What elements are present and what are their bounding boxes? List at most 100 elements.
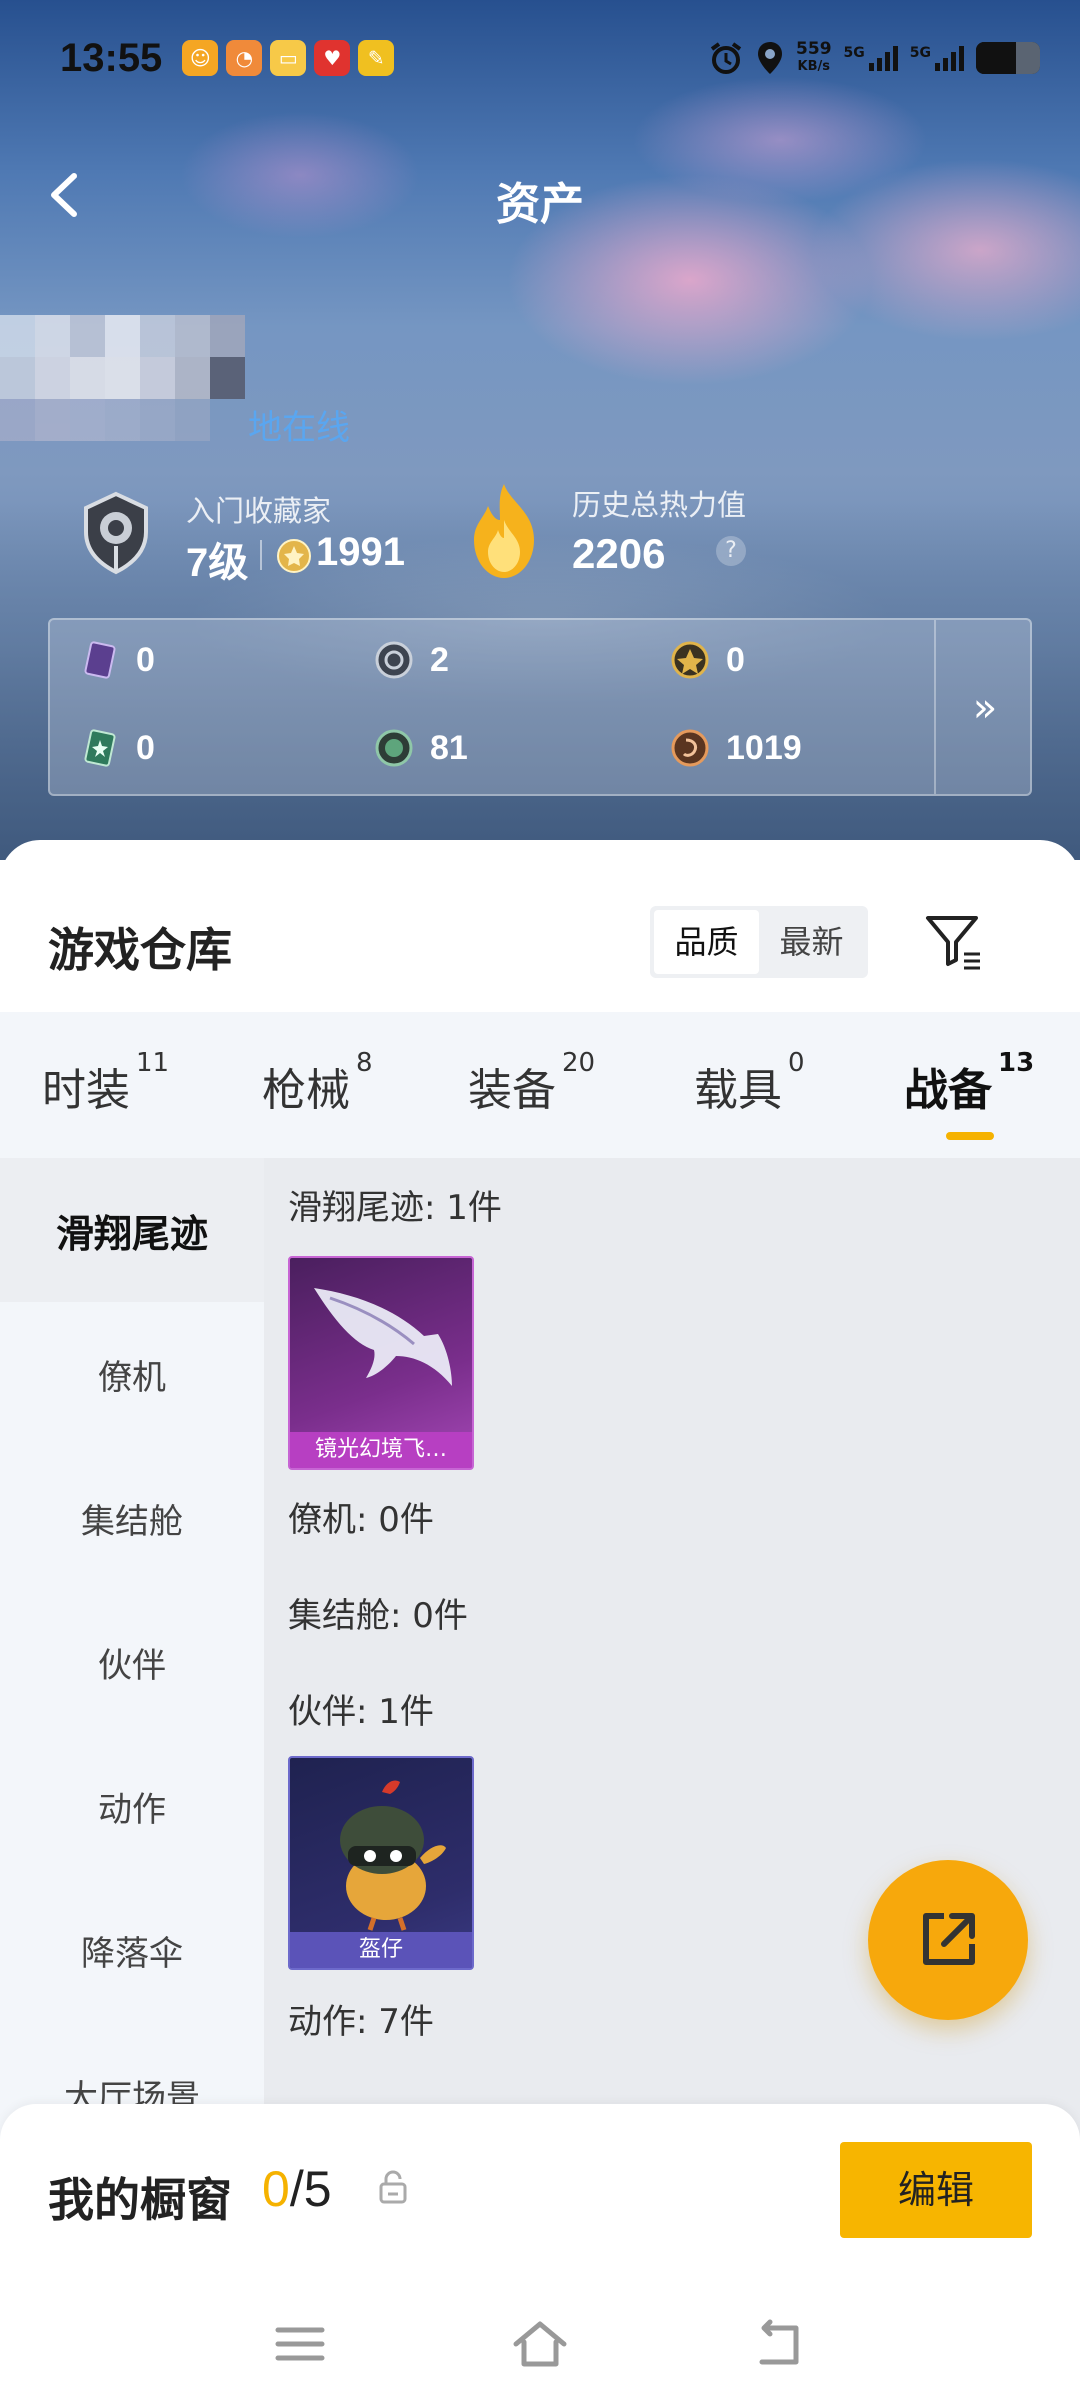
fire-icon — [474, 484, 534, 578]
rank-coin-icon — [277, 539, 311, 573]
tab-count: 20 — [562, 1048, 596, 1078]
active-tab-indicator — [946, 1132, 994, 1140]
rank-level: 7级 — [186, 541, 249, 585]
home-icon[interactable] — [510, 2314, 570, 2374]
blurred-username — [0, 315, 260, 455]
resource-panel: 0 2 0 0 81 1019 » — [48, 618, 1032, 796]
warehouse-title: 游戏仓库 — [48, 923, 232, 977]
sort-quality-button[interactable]: 品质 — [654, 910, 759, 974]
resource-item: 0 — [670, 640, 745, 680]
tab-count: 0 — [788, 1048, 805, 1078]
partner-item-card[interactable]: 盔仔 — [288, 1756, 474, 1970]
sim2-label: 5G — [909, 45, 931, 61]
sidebar-item-emote[interactable]: 动作 — [0, 1734, 264, 1878]
resource-value: 0 — [726, 640, 745, 679]
divider — [934, 620, 936, 794]
page-title: 资产 — [496, 179, 584, 230]
silver-coin-icon — [374, 640, 414, 680]
location-icon — [758, 42, 783, 74]
resource-item: 0 — [80, 728, 155, 768]
notification-icon: ◔ — [226, 40, 263, 76]
showcase-bar: 我的橱窗 0/5 编辑 — [0, 2104, 1080, 2400]
rank-label: 入门收藏家 — [186, 494, 332, 528]
section-title-wingman: 僚机: 0件 — [288, 1500, 434, 1540]
tab-count: 8 — [356, 1048, 373, 1078]
warehouse-header: 游戏仓库 品质 最新 — [0, 840, 1080, 1012]
tab-count: 13 — [998, 1048, 1035, 1078]
collector-stats: 入门收藏家 7级 1991 历史总热力值 2206 ? — [0, 480, 1080, 590]
showcase-total: /5 — [289, 2161, 332, 2217]
showcase-count: 0/5 — [262, 2160, 332, 2218]
top-bar: 资产 — [0, 150, 1080, 240]
tab-label: 战备 — [904, 1065, 992, 1116]
heat-value: 2206 — [572, 530, 666, 577]
notification-icon: ☺ — [182, 40, 219, 76]
status-bar: 13:55 ☺ ◔ ▭ ♥ ✎ 559 KB/s 5G 5G — [60, 28, 1040, 88]
sidebar-item-rally-pod[interactable]: 集结舱 — [0, 1446, 264, 1590]
partner-item-name: 盔仔 — [290, 1932, 472, 1968]
sort-toggle: 品质 最新 — [650, 906, 868, 978]
back-icon[interactable] — [750, 2314, 810, 2374]
tab-label: 枪械 — [262, 1065, 350, 1116]
tab-weapons[interactable]: 枪械8 — [262, 1048, 373, 1118]
notification-icon: ♥ — [314, 40, 351, 76]
online-status: 地在线 — [248, 408, 350, 448]
sidebar-item-partner[interactable]: 伙伴 — [0, 1590, 264, 1734]
tab-battle-prep[interactable]: 战备13 — [904, 1048, 1034, 1118]
sim1-label: 5G — [843, 45, 865, 61]
rank-coins: 1991 — [316, 530, 405, 574]
notification-icon: ▭ — [270, 40, 307, 76]
showcase-title: 我的橱窗 — [48, 2173, 232, 2227]
section-title-partner: 伙伴: 1件 — [288, 1692, 434, 1732]
filter-icon[interactable] — [922, 910, 986, 974]
resource-item: 81 — [374, 728, 468, 768]
system-nav-bar — [0, 2304, 1080, 2394]
category-tabs: 时装11 枪械8 装备20 载具0 战备13 — [0, 1012, 1080, 1158]
lock-icon — [379, 2170, 407, 2204]
section-title-pod: 集结舱: 0件 — [288, 1596, 468, 1636]
resource-item: 0 — [80, 640, 155, 680]
sim1-signal: 5G — [844, 45, 898, 71]
tab-equipment[interactable]: 装备20 — [468, 1048, 595, 1118]
section-title-emote: 动作: 7件 — [288, 2002, 434, 2042]
tab-count: 11 — [136, 1048, 170, 1078]
resource-value: 81 — [430, 728, 468, 767]
gold-coin-icon — [670, 640, 710, 680]
section-title-trail: 滑翔尾迹: 1件 — [288, 1188, 502, 1228]
trail-item-card[interactable]: 镜光幻境飞… — [288, 1256, 474, 1470]
green-orb-icon — [374, 728, 414, 768]
showcase-current: 0 — [262, 2161, 290, 2217]
notification-icon: ✎ — [358, 40, 395, 76]
divider — [260, 540, 262, 570]
edit-button[interactable]: 编辑 — [840, 2142, 1032, 2238]
net-speed: 559 KB/s — [796, 41, 832, 75]
tab-vehicles[interactable]: 载具0 — [694, 1048, 805, 1118]
more-resources-button[interactable]: » — [950, 680, 1020, 736]
bronze-coin-icon — [670, 728, 710, 768]
resource-value: 2 — [430, 640, 449, 679]
resource-item: 2 — [374, 640, 449, 680]
green-card-icon — [80, 728, 120, 768]
heat-label: 历史总热力值 — [572, 488, 747, 522]
status-time: 13:55 — [60, 35, 163, 80]
resource-value: 1019 — [726, 728, 802, 767]
sort-newest-button[interactable]: 最新 — [759, 910, 864, 974]
sidebar-item-wingman[interactable]: 僚机 — [0, 1302, 264, 1446]
help-icon[interactable]: ? — [716, 536, 746, 566]
tab-label: 装备 — [468, 1065, 556, 1116]
tab-fashion[interactable]: 时装11 — [42, 1048, 169, 1118]
purple-card-icon — [80, 640, 120, 680]
chick-partner-icon — [340, 1780, 446, 1931]
share-button[interactable] — [868, 1860, 1028, 2020]
trail-item-name: 镜光幻境飞… — [290, 1432, 472, 1468]
menu-icon[interactable] — [270, 2314, 330, 2374]
sidebar-item-parachute[interactable]: 降落伞 — [0, 1878, 264, 2022]
net-speed-value: 559 — [796, 39, 832, 59]
net-speed-unit: KB/s — [797, 59, 831, 74]
alarm-icon — [710, 42, 742, 74]
sidebar-item-glide-trail[interactable]: 滑翔尾迹 — [0, 1158, 264, 1302]
battery-icon — [976, 42, 1040, 74]
resource-item: 1019 — [670, 728, 802, 768]
tab-label: 时装 — [42, 1065, 130, 1116]
resource-value: 0 — [136, 728, 155, 767]
